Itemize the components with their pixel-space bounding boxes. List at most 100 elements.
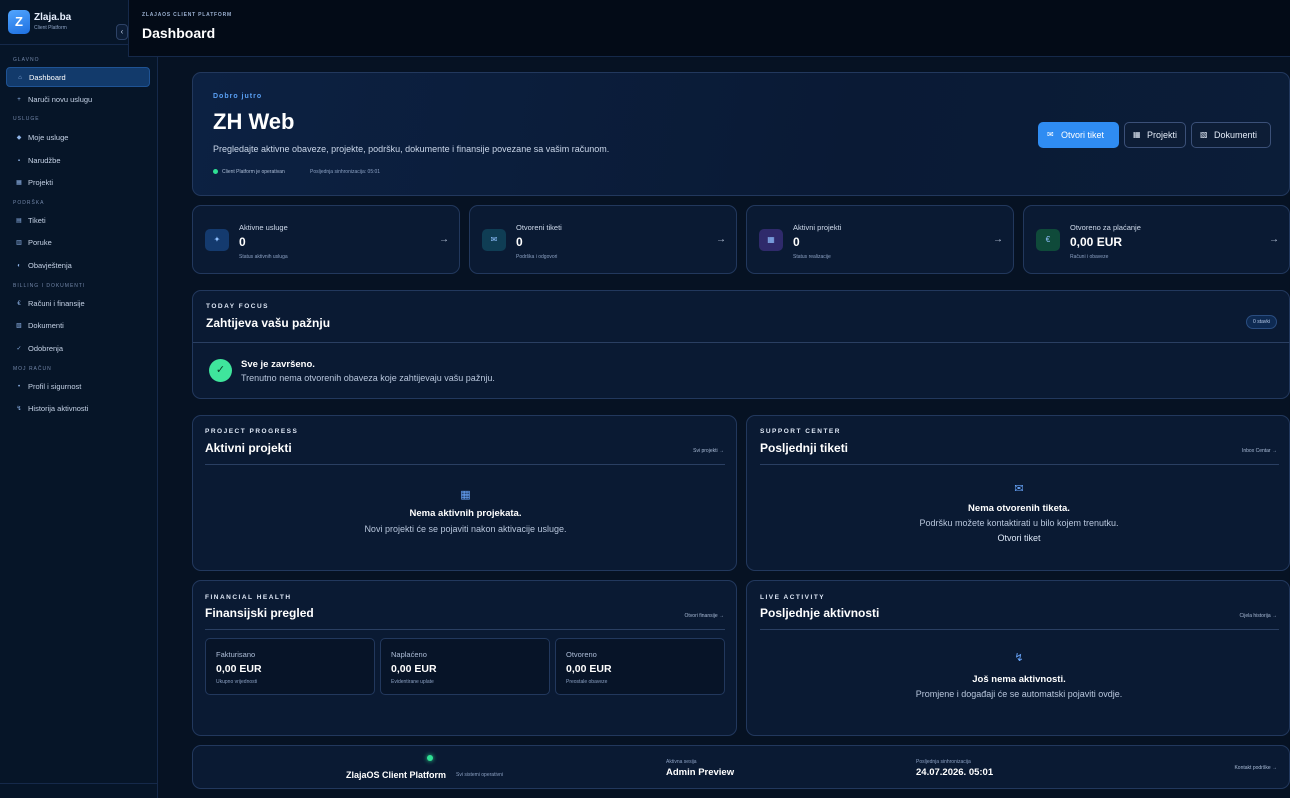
collapse-sidebar-button[interactable]: ‹ <box>116 24 128 40</box>
documents-button[interactable]: ▧ Dokumenti <box>1191 122 1271 148</box>
open-ticket-link[interactable]: Otvori tiket <box>747 533 1290 543</box>
stat-label: Otvoreni tiketi <box>516 223 562 232</box>
stat-subtitle: Podrška i odgovori <box>516 254 558 260</box>
sidebar-item-activity-history[interactable]: ↯ Historija aktivnosti <box>6 399 150 419</box>
items-count-badge: 0 stavki <box>1246 315 1277 329</box>
sidebar-divider <box>0 783 158 784</box>
divider <box>205 464 725 465</box>
user-icon: • <box>17 384 21 390</box>
platform-status-text: Client Platform je operativan <box>222 169 285 175</box>
all-projects-link[interactable]: Svi projekti → <box>693 448 724 454</box>
stat-subtitle: Status realizacije <box>793 254 831 260</box>
button-label: Projekti <box>1147 130 1178 140</box>
sidebar-item-projects[interactable]: ▦ Projekti <box>6 173 150 193</box>
last-sync: Posljednja sinhronizacija: 05:01 <box>310 169 381 175</box>
sidebar-item-label: Profil i sigurnost <box>28 382 82 391</box>
stat-card-active-projects[interactable]: ▦ Aktivni projekti 0 Status realizacije … <box>746 205 1014 274</box>
section-eyebrow: TODAY FOCUS <box>206 303 269 310</box>
stat-card-open-payments[interactable]: € Otvoreno za plaćanje 0,00 EUR Računi i… <box>1023 205 1290 274</box>
sidebar-item-dashboard[interactable]: ⌂ Dashboard <box>6 67 150 87</box>
arrow-right-icon: → <box>439 234 449 245</box>
today-focus-panel: TODAY FOCUS Zahtijeva vašu pažnju 0 stav… <box>192 290 1290 399</box>
summary-value: 0,00 EUR <box>566 663 612 675</box>
section-eyebrow: LIVE ACTIVITY <box>760 594 826 601</box>
sidebar-item-label: Naruči novu uslugu <box>28 95 93 104</box>
contact-support-link[interactable]: Kontakt podrške → <box>1234 765 1277 771</box>
stat-subtitle: Računi i obaveze <box>1070 254 1109 260</box>
activity-icon: ↯ <box>1014 652 1024 664</box>
stat-label: Aktivni projekti <box>793 223 842 232</box>
divider <box>760 629 1279 630</box>
sidebar-item-profile[interactable]: • Profil i sigurnost <box>6 377 150 397</box>
home-icon: ⌂ <box>18 75 22 81</box>
stat-card-open-tickets[interactable]: ✉ Otvoreni tiketi 0 Podrška i odgovori → <box>469 205 737 274</box>
divider <box>205 629 725 630</box>
brand-logo: Z <box>8 10 30 34</box>
summary-label: Naplaćeno <box>391 650 427 659</box>
sidebar-item-label: Obavještenja <box>28 261 72 270</box>
empty-state-text: Promjene i događaji će se automatski poj… <box>915 689 1123 699</box>
stat-card-active-services[interactable]: ✦ Aktivne usluge 0 Status aktivnih uslug… <box>192 205 460 274</box>
ticket-icon: ▤ <box>16 218 22 224</box>
sidebar-item-label: Dokumenti <box>28 321 64 330</box>
status-dot-icon <box>213 169 218 175</box>
sidebar-item-approvals[interactable]: ✓ Odobrenja <box>6 339 150 359</box>
section-eyebrow: SUPPORT CENTER <box>760 428 841 435</box>
grid-icon: ▦ <box>759 229 783 251</box>
platform-status-text: Svi sistemi operativni <box>456 772 503 778</box>
activity-panel: LIVE ACTIVITY Posljednje aktivnosti Cije… <box>746 580 1290 736</box>
open-ticket-button[interactable]: ✉ Otvori tiket <box>1038 122 1119 148</box>
open-finances-link[interactable]: Otvori finansije → <box>685 613 724 619</box>
plus-icon: + <box>17 97 21 103</box>
full-history-link[interactable]: Cijela historija → <box>1239 613 1277 619</box>
stat-value: 0 <box>793 235 800 249</box>
open-summary: Otvoreno 0,00 EUR Preostale obaveze <box>555 638 725 695</box>
sidebar-item-order-service[interactable]: + Naruči novu uslugu <box>6 90 150 110</box>
tickets-panel: SUPPORT CENTER Posljednji tiketi Inbox C… <box>746 415 1290 571</box>
status-dot-icon <box>427 755 433 761</box>
section-eyebrow: FINANCIAL HEALTH <box>205 594 292 601</box>
section-title: Posljednje aktivnosti <box>760 606 880 620</box>
empty-state-text: Podršku možete kontaktirati u bilo kojem… <box>919 518 1119 528</box>
document-icon: ▧ <box>1200 130 1208 139</box>
mail-icon: ✉ <box>482 229 506 251</box>
sidebar-item-label: Dashboard <box>29 73 66 82</box>
message-icon: ▥ <box>16 240 22 246</box>
stat-value: 0 <box>239 235 246 249</box>
empty-state-title: Nema otvorenih tiketa. <box>968 503 1070 514</box>
account-name: ZH Web <box>213 109 295 134</box>
sidebar-item-label: Projekti <box>28 178 54 187</box>
sidebar-item-notifications[interactable]: ◐ Obavještenja <box>6 256 150 276</box>
projects-button[interactable]: ▦ Projekti <box>1124 122 1186 148</box>
sidebar-item-label: Poruke <box>28 238 52 247</box>
session-label: Aktivna sesija <box>666 759 697 765</box>
stat-subtitle: Status aktivnih usluga <box>239 254 288 260</box>
summary-subtitle: Ukupno vrijednosti <box>216 679 258 685</box>
sidebar-item-label: Odobrenja <box>28 344 64 353</box>
projects-panel: PROJECT PROGRESS Aktivni projekti Svi pr… <box>192 415 737 571</box>
summary-label: Fakturisano <box>216 650 256 659</box>
services-icon: ✦ <box>205 229 229 251</box>
sidebar-item-tickets[interactable]: ▤ Tiketi <box>6 211 150 231</box>
stat-label: Aktivne usluge <box>239 223 288 232</box>
button-label: Dokumenti <box>1214 130 1258 140</box>
nav-section-label: Billing i dokumenti <box>13 283 86 289</box>
empty-state-title: Nema aktivnih projekata. <box>409 508 522 519</box>
section-title: Posljednji tiketi <box>760 441 849 455</box>
sidebar-item-my-services[interactable]: ◆ Moje usluge <box>6 128 150 148</box>
euro-icon: € <box>1036 229 1060 251</box>
check-icon: ✓ <box>16 346 22 352</box>
sidebar-item-orders[interactable]: ▪ Narudžbe <box>6 151 150 171</box>
sidebar-item-documents[interactable]: ▧ Dokumenti <box>6 316 150 336</box>
platform-name: ZlajaOS Client Platform <box>346 770 447 780</box>
inbox-center-link[interactable]: Inbox Centar → <box>1242 448 1277 454</box>
sidebar-item-label: Računi i finansije <box>28 299 85 308</box>
sidebar-item-billing[interactable]: € Računi i finansije <box>6 294 150 314</box>
divider <box>760 464 1279 465</box>
hero-description: Pregledajte aktivne obaveze, projekte, p… <box>213 144 610 154</box>
section-title: Zahtijeva vašu pažnju <box>206 316 331 330</box>
stat-label: Otvoreno za plaćanje <box>1070 223 1141 232</box>
section-title: Aktivni projekti <box>205 441 292 455</box>
sidebar-item-messages[interactable]: ▥ Poruke <box>6 233 150 253</box>
welcome-hero: Dobro jutro ZH Web Pregledajte aktivne o… <box>192 72 1290 196</box>
